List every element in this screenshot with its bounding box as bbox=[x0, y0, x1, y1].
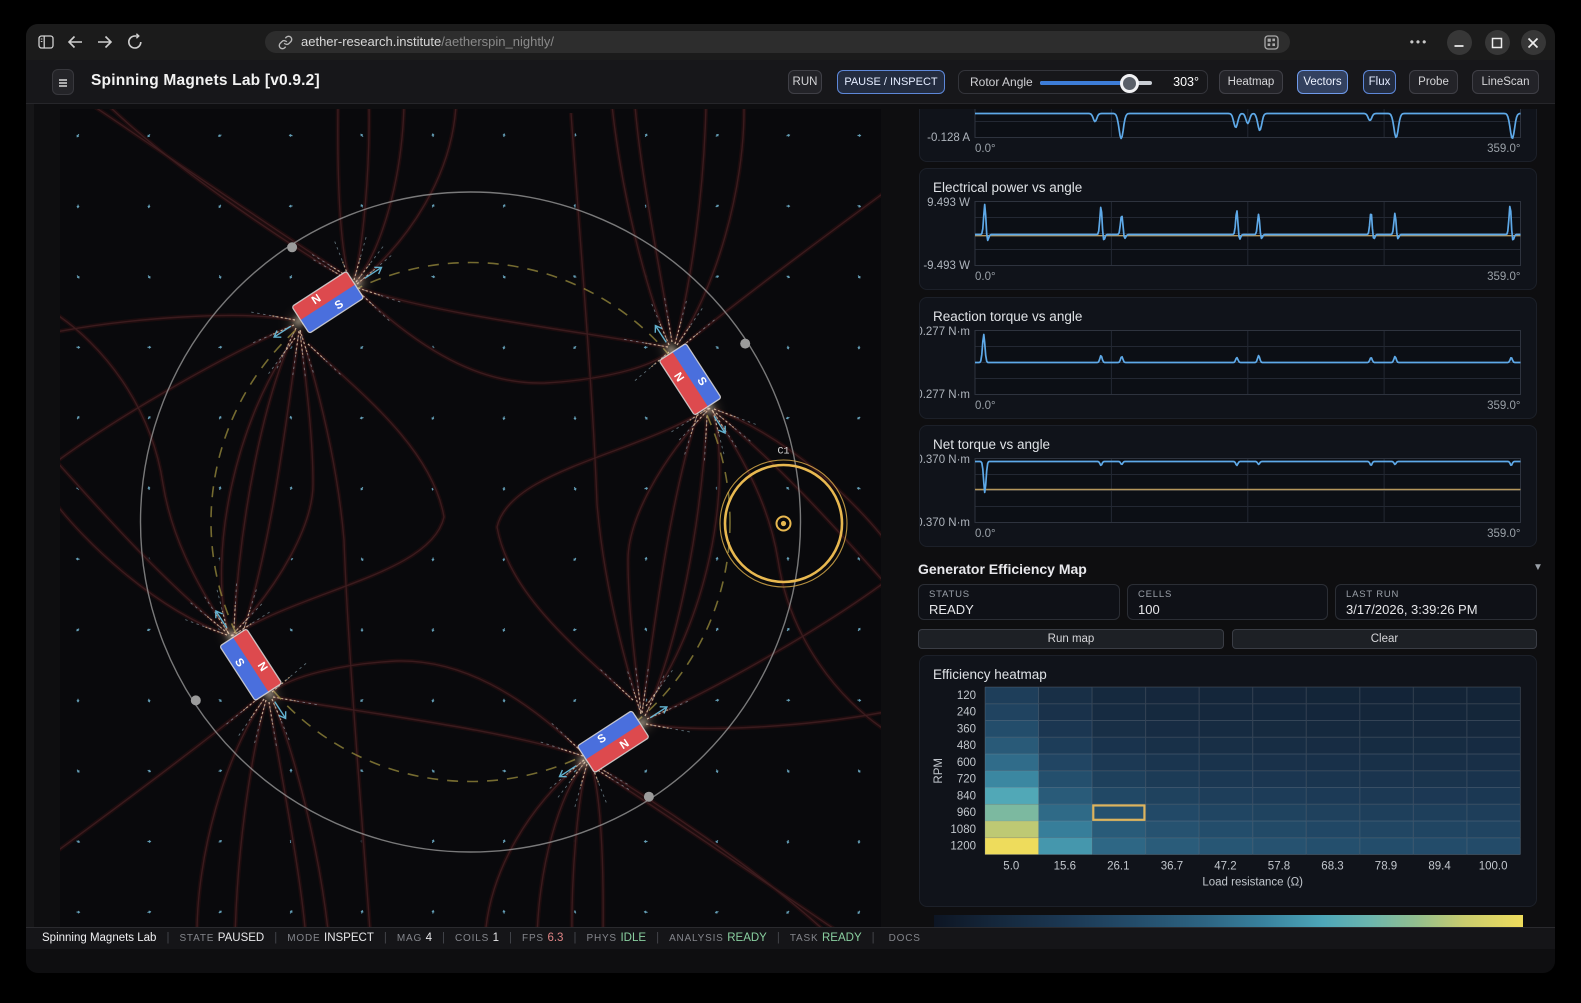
svg-text:36.7: 36.7 bbox=[1161, 861, 1183, 873]
svg-text:960: 960 bbox=[957, 807, 976, 819]
svg-text:720: 720 bbox=[957, 774, 976, 786]
svg-text:-0.128 A: -0.128 A bbox=[927, 132, 970, 144]
svg-text:359.0°: 359.0° bbox=[1487, 143, 1520, 155]
svg-text:-9.493 W: -9.493 W bbox=[923, 260, 970, 272]
svg-text:600: 600 bbox=[957, 757, 976, 769]
svg-text:C1: C1 bbox=[777, 447, 789, 458]
svg-text:100.0: 100.0 bbox=[1479, 861, 1508, 873]
svg-text:120: 120 bbox=[957, 690, 976, 702]
svg-text:0.0°: 0.0° bbox=[975, 400, 996, 412]
svg-text:360: 360 bbox=[957, 723, 976, 735]
svg-text:15.6: 15.6 bbox=[1054, 861, 1076, 873]
svg-text:359.0°: 359.0° bbox=[1487, 400, 1520, 412]
svg-text:1080: 1080 bbox=[950, 824, 976, 836]
svg-text:359.0°: 359.0° bbox=[1487, 271, 1520, 283]
svg-text:68.3: 68.3 bbox=[1321, 861, 1343, 873]
svg-text:0.0°: 0.0° bbox=[975, 143, 996, 155]
svg-text:0.0°: 0.0° bbox=[975, 271, 996, 283]
svg-text:840: 840 bbox=[957, 790, 976, 802]
svg-text:57.8: 57.8 bbox=[1268, 861, 1290, 873]
svg-text:78.9: 78.9 bbox=[1375, 861, 1397, 873]
svg-text:89.4: 89.4 bbox=[1428, 861, 1451, 873]
svg-text:9.493 W: 9.493 W bbox=[927, 197, 970, 209]
svg-text:47.2: 47.2 bbox=[1214, 861, 1236, 873]
svg-text:0.370 N·m: 0.370 N·m bbox=[920, 454, 970, 466]
svg-text:5.0: 5.0 bbox=[1003, 861, 1019, 873]
svg-text:480: 480 bbox=[957, 740, 976, 752]
svg-text:359.0°: 359.0° bbox=[1487, 528, 1520, 540]
svg-text:1200: 1200 bbox=[950, 841, 976, 853]
svg-text:-0.277 N·m: -0.277 N·m bbox=[920, 389, 970, 401]
svg-text:0.277 N·m: 0.277 N·m bbox=[920, 326, 970, 338]
svg-text:Load resistance (Ω): Load resistance (Ω) bbox=[1202, 877, 1303, 889]
svg-text:RPM: RPM bbox=[933, 758, 945, 784]
svg-text:26.1: 26.1 bbox=[1107, 861, 1129, 873]
svg-text:-0.370 N·m: -0.370 N·m bbox=[920, 517, 970, 529]
svg-text:240: 240 bbox=[957, 707, 976, 719]
svg-text:0.0°: 0.0° bbox=[975, 528, 996, 540]
